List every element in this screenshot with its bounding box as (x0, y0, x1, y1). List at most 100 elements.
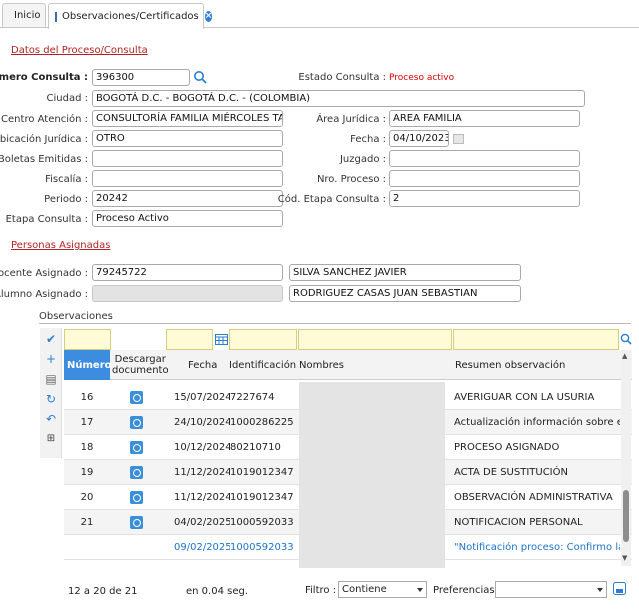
cod-etapa-input[interactable]: 2 (389, 190, 580, 207)
ubicacion-juridica-input[interactable]: OTRO (92, 130, 283, 147)
excel-icon[interactable]: ⊞ (44, 432, 58, 446)
estado-consulta-value: Proceso activo (389, 73, 455, 83)
nro-proceso-label: Nro. Proceso : (316, 174, 386, 185)
cell-identificacion: 1019012347 (230, 492, 294, 503)
fecha-label: Fecha : (350, 134, 386, 145)
centro-atencion-input[interactable]: CONSULTORÍA FAMILIA MIÉRCOLES TARDE (92, 110, 283, 127)
juzgado-input[interactable] (389, 150, 580, 167)
scroll-down-icon[interactable]: ▼ (622, 554, 627, 562)
download-icon[interactable] (130, 491, 143, 504)
filter-identificacion[interactable] (229, 329, 297, 350)
download-cell (130, 410, 146, 435)
tab-observaciones[interactable]: Observaciones/Certificados × (48, 3, 213, 29)
filter-numero[interactable] (64, 329, 111, 350)
fiscalia-label: Fiscalía : (45, 174, 88, 185)
filtro-label: Filtro : (305, 585, 337, 596)
cell-identificacion: 1019012347 (230, 467, 294, 478)
divider (39, 323, 631, 324)
area-juridica-label: Área Jurídica : (316, 114, 386, 125)
header-fecha[interactable]: Fecha (188, 350, 228, 380)
preferencias-label: Preferencias : (433, 585, 502, 596)
etapa-consulta-input[interactable]: Proceso Activo (92, 210, 283, 227)
alumno-id-input (92, 285, 283, 302)
cell-identificacion: 7227674 (230, 392, 275, 403)
refresh-icon[interactable]: ↻ (44, 392, 58, 406)
filtro-select[interactable]: Contiene (338, 581, 427, 598)
ciudad-label: Ciudad : (46, 93, 88, 104)
cell-fecha: 11/12/2024 (174, 492, 230, 503)
download-cell (130, 485, 146, 510)
cell-resumen: NOTIFICACION PERSONAL (454, 517, 583, 528)
download-cell (130, 510, 146, 535)
numero-consulta-input[interactable]: 396300 (92, 69, 190, 86)
download-icon[interactable] (130, 466, 143, 479)
download-icon[interactable] (130, 441, 143, 454)
ciudad-input[interactable]: BOGOTÁ D.C. - BOGOTÁ D.C. - (COLOMBIA) (92, 90, 585, 107)
download-cell (130, 460, 146, 485)
nombres-column-masked (299, 382, 445, 568)
scroll-thumb[interactable] (623, 490, 629, 542)
filter-resumen[interactable] (453, 329, 619, 350)
header-identificacion[interactable]: Identificación (229, 350, 297, 380)
cell-numero: 18 (80, 442, 94, 453)
etapa-consulta-label: Etapa Consulta : (5, 214, 88, 225)
header-nombres[interactable]: Nombres (299, 350, 449, 380)
centro-atencion-label: Centro Atención : (1, 114, 88, 125)
pagination-range: 12 a 20 de 21 (68, 586, 138, 597)
docente-id-input[interactable]: 79245722 (92, 264, 283, 281)
cell-identificacion: 1000592033 (230, 542, 294, 553)
fecha-input[interactable]: 04/10/2023 (389, 130, 449, 147)
cell-identificacion: 80210710 (230, 442, 281, 453)
cell-fecha: 09/02/2025 (174, 542, 230, 553)
grid-toolbar: ✔ + ▤ ↻ ↶ ⊞ (40, 328, 62, 458)
check-icon[interactable]: ✔ (44, 332, 58, 346)
cell-numero: 21 (80, 517, 94, 528)
cell-identificacion: 1000592033 (230, 517, 294, 528)
docente-label: Docente Asignado : (0, 268, 88, 279)
search-icon[interactable] (193, 70, 207, 84)
fiscalia-input[interactable] (92, 170, 283, 187)
boletas-input[interactable] (92, 150, 283, 167)
section-title-personas: Personas Asignadas (11, 240, 111, 251)
cell-numero: 19 (80, 467, 94, 478)
cell-numero: 16 (80, 392, 94, 403)
undo-icon[interactable]: ↶ (44, 412, 58, 426)
download-icon[interactable] (130, 416, 143, 429)
nro-proceso-input[interactable] (389, 170, 580, 187)
cell-numero: 17 (80, 417, 94, 428)
cell-fecha: 10/12/2024 (174, 442, 230, 453)
save-preferences-icon[interactable] (613, 582, 626, 595)
filter-fecha[interactable] (166, 329, 213, 350)
chevron-down-icon (417, 588, 423, 592)
plus-icon[interactable]: + (44, 352, 58, 366)
area-juridica-input[interactable]: AREA FAMILIA (389, 110, 580, 127)
grid-header: Número ▲ Descargar documento Fecha Ident… (64, 350, 632, 380)
preferencias-select[interactable] (495, 581, 607, 598)
download-cell (130, 385, 146, 410)
cell-resumen: AVERIGUAR CON LA USURIA (454, 392, 595, 403)
cell-resumen: "Notificación proceso: Confirmo la rec (454, 542, 620, 553)
periodo-input[interactable]: 20242 (92, 190, 283, 207)
download-icon[interactable] (130, 391, 143, 404)
tab-inicio[interactable]: Inicio (2, 3, 46, 27)
observaciones-title: Observaciones (39, 311, 113, 322)
tab-inicio-label: Inicio (14, 10, 41, 21)
document-icon[interactable]: ▤ (44, 372, 58, 386)
search-icon[interactable] (620, 333, 632, 345)
header-descargar[interactable]: Descargar documento (112, 350, 169, 380)
header-resumen[interactable]: Resumen observación (455, 350, 615, 380)
close-tab-icon[interactable]: × (204, 11, 213, 22)
tab-observaciones-label: Observaciones/Certificados (62, 11, 199, 22)
grid-scrollbar[interactable]: ▲ ▼ (621, 350, 631, 566)
juzgado-label: Juzgado : (339, 154, 386, 165)
alumno-label: Alumno Asignado : (0, 289, 88, 300)
scroll-up-icon[interactable]: ▲ (622, 352, 627, 360)
download-icon[interactable] (130, 516, 143, 529)
calendar-icon[interactable] (215, 333, 228, 345)
calendar-icon[interactable] (453, 134, 464, 144)
header-numero[interactable]: Número ▲ (64, 350, 120, 380)
cell-fecha: 11/12/2024 (174, 467, 230, 478)
filter-nombres[interactable] (298, 329, 452, 350)
cod-etapa-label: Cód. Etapa Consulta : (277, 194, 386, 205)
alumno-nombre-input: RODRIGUEZ CASAS JUAN SEBASTIAN (289, 285, 521, 302)
